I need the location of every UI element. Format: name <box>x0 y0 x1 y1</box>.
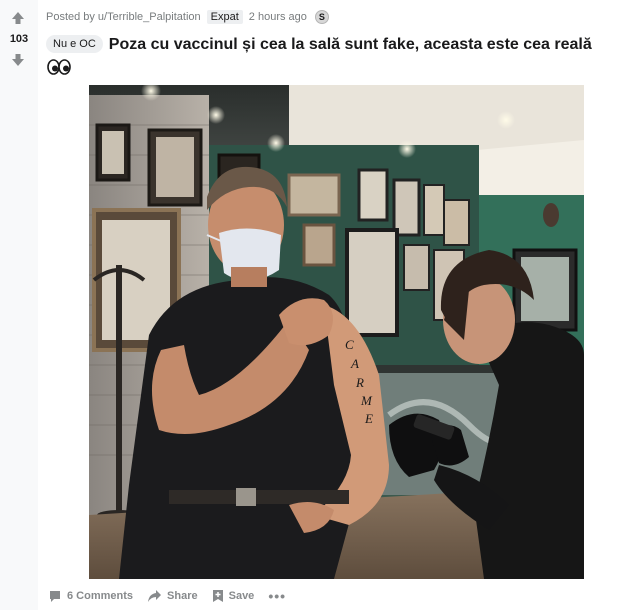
tattoo-letter: M <box>360 393 373 408</box>
post-timestamp[interactable]: 2 hours ago <box>249 11 307 23</box>
posted-by-prefix: Posted by <box>46 11 95 23</box>
downvote-arrow-icon[interactable] <box>11 53 25 67</box>
author-link[interactable]: u/Terrible_Palpitation <box>98 11 201 23</box>
upvote-arrow-icon[interactable] <box>11 11 25 25</box>
tattoo-letter: A <box>350 356 359 371</box>
tattoo-letter: R <box>355 375 364 390</box>
vote-column: 103 <box>0 0 38 610</box>
tattoo-parlor-photo: C A R M E <box>89 85 584 579</box>
more-options-button[interactable]: ••• <box>264 586 290 606</box>
post-actions: 6 Comments Share Save ••• <box>44 585 290 607</box>
post-flair[interactable]: Nu e OC <box>46 35 103 53</box>
save-label: Save <box>228 590 255 602</box>
tattoo-letter: C <box>345 337 354 352</box>
eyes-emoji-icon <box>47 59 71 75</box>
save-bookmark-icon <box>212 590 223 602</box>
share-button[interactable]: Share <box>143 587 202 605</box>
save-button[interactable]: Save <box>208 587 259 605</box>
share-label: Share <box>167 590 198 602</box>
post-meta: Posted by u/Terrible_Palpitation Expat 2… <box>46 9 329 25</box>
comment-bubble-icon <box>50 591 60 602</box>
post-image[interactable]: C A R M E <box>89 85 584 579</box>
award-icon[interactable]: S <box>314 10 329 24</box>
comments-label: 6 Comments <box>67 590 134 602</box>
tattoo-letter: E <box>364 411 373 426</box>
vote-score: 103 <box>9 33 29 45</box>
share-arrow-icon <box>148 590 162 602</box>
post-title-row: Nu e OC Poza cu vaccinul și cea la sală s… <box>46 34 631 56</box>
user-flair: Expat <box>206 10 243 24</box>
comments-button[interactable]: 6 Comments <box>44 587 137 605</box>
post-title[interactable]: Poza cu vaccinul și cea la sală sunt fak… <box>109 36 592 53</box>
